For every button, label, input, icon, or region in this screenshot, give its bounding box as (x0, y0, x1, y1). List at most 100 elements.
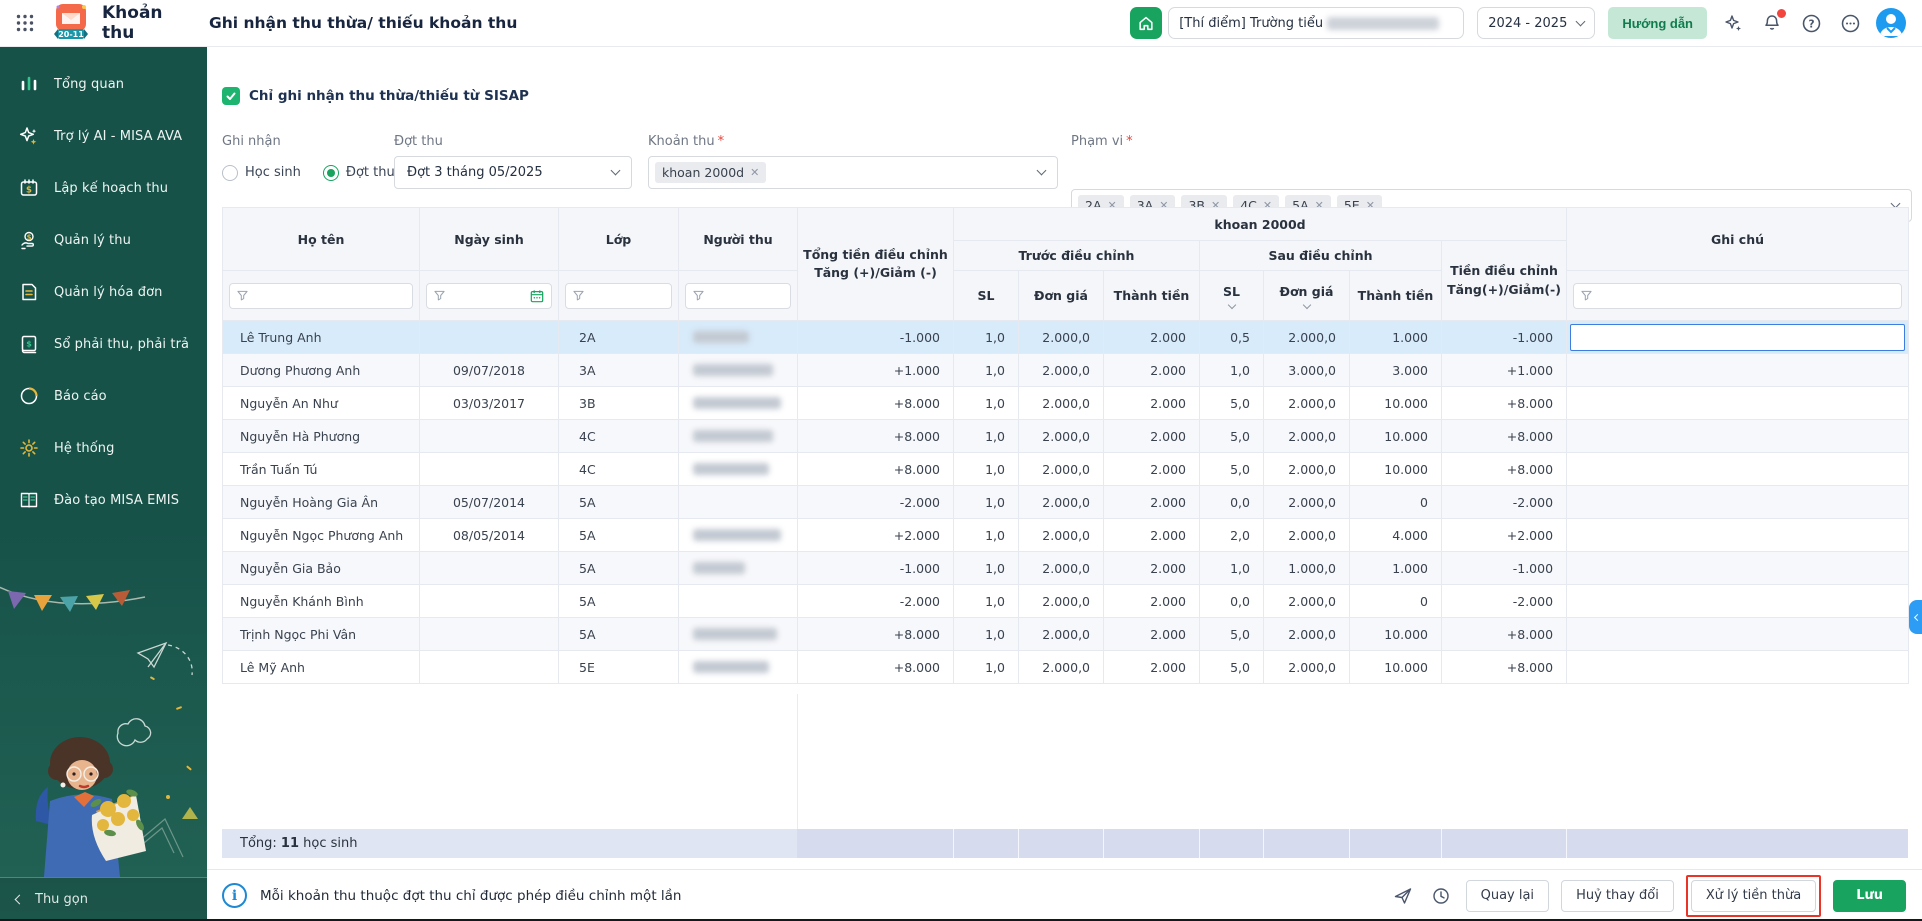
cell-ghi_chu[interactable] (1567, 519, 1909, 552)
cell-dg_truoc: 2.000,0 (1019, 354, 1104, 387)
cell-ghi_chu[interactable] (1567, 453, 1909, 486)
ngay-sinh-filter-input[interactable] (426, 283, 552, 309)
svg-text:$: $ (26, 340, 32, 349)
col-header-sl-sau[interactable]: SL (1200, 271, 1264, 321)
cell-ghi_chu[interactable] (1567, 354, 1909, 387)
table-row[interactable]: Nguyễn Hoàng Gia Ân05/07/20145A-2.0001,0… (223, 486, 1909, 519)
col-header-ho-ten: Họ tên (223, 208, 420, 271)
back-button[interactable]: Quay lại (1466, 880, 1549, 912)
filter-text-input[interactable] (451, 289, 524, 303)
filter-text-input[interactable] (254, 289, 405, 303)
more-button[interactable] (1837, 10, 1863, 36)
cell-ghi_chu[interactable] (1567, 387, 1909, 420)
sidebar-item-dao-tao[interactable]: Đào tạo MISA EMIS (0, 479, 207, 521)
nguoi-thu-filter-input[interactable] (685, 283, 791, 309)
sidebar-item-lap-ke-hoach-thu[interactable]: $ Lập kế hoạch thu (0, 167, 207, 209)
table-row[interactable]: Trịnh Ngọc Phi Vân5A+8.0001,02.000,02.00… (223, 618, 1909, 651)
school-selector[interactable]: [Thí điểm] Trường tiểu (1168, 7, 1464, 39)
ho-ten-filter-input[interactable] (229, 283, 413, 309)
cell-nguoi_thu (679, 486, 798, 519)
table-row[interactable]: Lê Trung Anh2A-1.0001,02.000,02.0000,52.… (223, 321, 1909, 354)
cell-nguoi_thu (679, 585, 798, 618)
lop-filter-input[interactable] (565, 283, 672, 309)
filter-text-input[interactable] (710, 289, 783, 303)
cell-tien_dc: +8.000 (1442, 387, 1567, 420)
info-icon: i (222, 883, 247, 908)
cancel-changes-button[interactable]: Huỷ thay đổi (1561, 880, 1674, 912)
cell-lop: 4C (559, 453, 679, 486)
sidebar-item-quan-ly-hoa-don[interactable]: Quản lý hóa đơn (0, 271, 207, 313)
cell-sl_sau: 2,0 (1200, 519, 1264, 552)
ai-assistant-button[interactable] (1720, 10, 1746, 36)
cell-tt_truoc: 2.000 (1104, 420, 1200, 453)
filter-text-input[interactable] (590, 289, 664, 303)
frozen-pane-divider (797, 694, 798, 829)
note-cell-input[interactable] (1570, 324, 1905, 351)
table-row[interactable]: Nguyễn Khánh Bình5A-2.0001,02.000,02.000… (223, 585, 1909, 618)
filter-chip[interactable]: khoan 2000d✕ (655, 162, 766, 183)
dot-thu-select[interactable]: Đợt 3 tháng 05/2025 (394, 156, 632, 189)
app-window: 20-11 Khoản thu Ghi nhận thu thừa/ thiếu… (0, 0, 1922, 921)
sidebar-item-tro-ly-ai[interactable]: Trợ lý AI - MISA AVA (0, 115, 207, 157)
save-button[interactable]: Lưu (1833, 880, 1906, 912)
cell-ghi_chu[interactable] (1567, 618, 1909, 651)
table-row[interactable]: Nguyễn Gia Bảo5A-1.0001,02.000,02.0001,0… (223, 552, 1909, 585)
cell-tt_sau: 1.000 (1350, 552, 1442, 585)
redacted-text (693, 562, 745, 574)
cell-ghi_chu[interactable] (1567, 321, 1909, 354)
cell-ghi_chu[interactable] (1567, 651, 1909, 684)
app-launcher-icon[interactable] (8, 6, 42, 40)
cell-ghi_chu[interactable] (1567, 552, 1909, 585)
cell-sl_sau: 1,0 (1200, 552, 1264, 585)
svg-text:$: $ (26, 186, 32, 196)
ghi-chu-filter-input[interactable] (1573, 283, 1902, 309)
hand-coin-icon: $ (17, 228, 41, 252)
user-avatar[interactable] (1876, 8, 1906, 38)
col-header-don-gia-sau[interactable]: Đơn giá (1264, 271, 1350, 321)
table-row[interactable]: Lê Mỹ Anh5E+8.0001,02.000,02.0005,02.000… (223, 651, 1909, 684)
sisap-checkbox[interactable] (222, 87, 240, 105)
filter-text-input[interactable] (1598, 289, 1894, 303)
calendar-icon[interactable] (530, 289, 544, 303)
home-button[interactable] (1130, 7, 1162, 39)
radio-dot-thu[interactable]: Đợt thu (323, 165, 395, 181)
ledger-icon: $ (17, 332, 41, 356)
chip-remove-icon[interactable]: ✕ (750, 166, 759, 179)
cell-tt_sau: 3.000 (1350, 354, 1442, 387)
sidebar-item-he-thong[interactable]: Hệ thống (0, 427, 207, 469)
col-header-ngay-sinh: Ngày sinh (420, 208, 559, 271)
send-button[interactable] (1390, 883, 1416, 909)
sidebar-item-quan-ly-thu[interactable]: $ Quản lý thu (0, 219, 207, 261)
table-row[interactable]: Nguyễn Hà Phương4C+8.0001,02.000,02.0005… (223, 420, 1909, 453)
table-body: Lê Trung Anh2A-1.0001,02.000,02.0000,52.… (223, 321, 1909, 684)
khoan-thu-multiselect[interactable]: khoan 2000d✕ (648, 156, 1058, 189)
guide-button[interactable]: Hướng dẫn (1608, 7, 1707, 39)
cell-tt_sau: 0 (1350, 486, 1442, 519)
history-button[interactable] (1428, 883, 1454, 909)
radio-hoc-sinh[interactable]: Học sinh (222, 165, 301, 181)
cell-ghi_chu[interactable] (1567, 486, 1909, 519)
handle-surplus-button[interactable]: Xử lý tiền thừa (1691, 880, 1816, 912)
cell-lop: 4C (559, 420, 679, 453)
school-year-select[interactable]: 2024 - 2025 (1477, 7, 1595, 39)
help-button[interactable]: ? (1798, 10, 1824, 36)
notifications-button[interactable] (1759, 10, 1785, 36)
app-title: Khoản thu (102, 3, 197, 43)
sidebar-item-bao-cao[interactable]: Báo cáo (0, 375, 207, 417)
sidebar-collapse-button[interactable]: Thu gọn (0, 877, 207, 921)
filter-ghi-chu (1567, 271, 1909, 321)
dot-thu-label: Đợt thu (394, 134, 443, 149)
grid-dots-icon (15, 13, 35, 33)
table-row[interactable]: Nguyễn An Như03/03/20173B+8.0001,02.000,… (223, 387, 1909, 420)
table-row[interactable]: Trần Tuấn Tú4C+8.0001,02.000,02.0005,02.… (223, 453, 1909, 486)
cell-ghi_chu[interactable] (1567, 585, 1909, 618)
table-row[interactable]: Dương Phương Anh09/07/20183A+1.0001,02.0… (223, 354, 1909, 387)
table-row[interactable]: Nguyễn Ngọc Phương Anh08/05/20145A+2.000… (223, 519, 1909, 552)
cell-dg_sau: 3.000,0 (1264, 354, 1350, 387)
chevron-down-icon (1227, 300, 1235, 308)
sidebar-item-tong-quan[interactable]: Tổng quan (0, 63, 207, 105)
cell-ghi_chu[interactable] (1567, 420, 1909, 453)
sidebar-item-so-phai-thu[interactable]: $ Sổ phải thu, phải trả (0, 323, 207, 365)
side-panel-toggle[interactable] (1909, 600, 1922, 634)
cell-dg_sau: 2.000,0 (1264, 321, 1350, 354)
